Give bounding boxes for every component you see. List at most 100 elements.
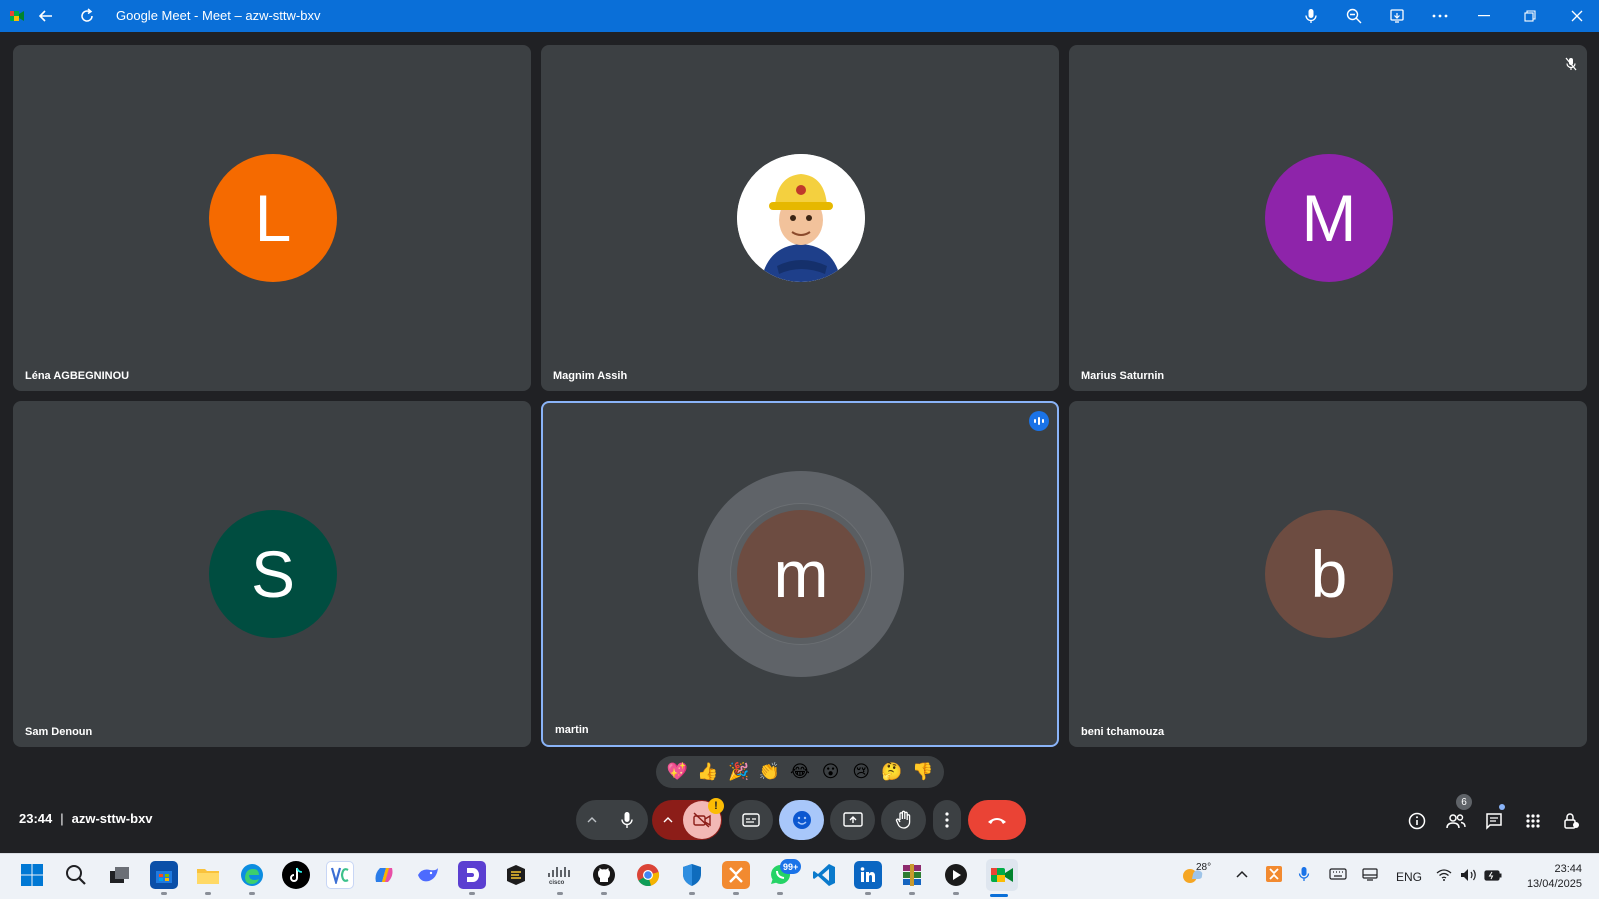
volume-icon[interactable] [1460, 868, 1478, 885]
running-indicator [689, 892, 695, 895]
search-icon[interactable] [62, 861, 90, 889]
display-icon[interactable] [1362, 868, 1378, 884]
media-player-icon[interactable] [942, 861, 970, 895]
file-explorer-icon[interactable] [194, 861, 222, 895]
more-options-button[interactable] [933, 800, 961, 840]
speaking-indicator-icon [1029, 411, 1049, 431]
windows-start-icon[interactable] [18, 861, 46, 889]
terminal-book-icon[interactable] [502, 861, 530, 889]
keyboard-icon[interactable] [1329, 868, 1347, 883]
battery-charging-icon[interactable] [1484, 869, 1502, 884]
reaction-party[interactable]: 🎉 [724, 762, 754, 782]
title-bar: Google Meet - Meet – azw-sttw-bxv [0, 0, 1599, 32]
participant-tile[interactable]: S Sam Denoun [13, 401, 531, 747]
leave-call-button[interactable] [968, 800, 1026, 840]
mic-off-icon [1565, 57, 1577, 76]
reaction-sad[interactable]: 😢 [846, 762, 876, 782]
participant-tile[interactable]: L Léna AGBEGNINOU [13, 45, 531, 391]
meet-app-icon [7, 6, 27, 26]
participant-tile-active-speaker[interactable]: m martin [541, 401, 1059, 747]
running-indicator [469, 892, 475, 895]
reaction-surprised[interactable]: 😮 [816, 762, 846, 782]
wifi-icon[interactable] [1436, 869, 1452, 884]
meeting-separator: | [60, 811, 64, 826]
microphone-indicator-icon[interactable] [1299, 4, 1323, 28]
running-indicator [865, 892, 871, 895]
cisco-icon[interactable]: cisco [546, 861, 574, 895]
reaction-thumbs-down[interactable]: 👎 [908, 762, 938, 782]
reaction-laugh[interactable]: 😂 [785, 762, 815, 782]
tiktok-icon[interactable] [282, 861, 310, 889]
task-view-icon[interactable] [106, 861, 134, 889]
chrome-icon[interactable] [634, 861, 662, 889]
minimize-icon[interactable] [1472, 4, 1496, 28]
edge-browser-icon[interactable] [238, 861, 266, 895]
restore-icon[interactable] [1518, 4, 1542, 28]
github-icon[interactable] [590, 861, 618, 895]
meeting-time: 23:44 [19, 811, 53, 826]
zoom-out-icon[interactable] [1342, 4, 1366, 28]
vc-app-icon[interactable] [326, 861, 354, 889]
reaction-clap[interactable]: 👏 [754, 762, 784, 782]
meeting-code: azw-sttw-bxv [71, 811, 153, 826]
reactions-bar: 💖 👍 🎉 👏 😂 😮 😢 🤔 👎 [656, 756, 944, 788]
people-count-badge: 6 [1456, 794, 1472, 810]
raise-hand-button[interactable] [881, 800, 926, 840]
system-clock[interactable]: 23:44 13/04/2025 [1516, 862, 1582, 892]
copilot-icon[interactable] [370, 861, 398, 889]
running-indicator [601, 892, 607, 895]
reaction-thinking[interactable]: 🤔 [877, 762, 907, 782]
xampp-icon[interactable] [722, 861, 750, 895]
xampp-tray-icon[interactable] [1266, 866, 1282, 885]
microphone-in-use-icon[interactable] [1298, 866, 1310, 885]
host-controls-lock-icon[interactable] [1559, 809, 1583, 833]
cast-icon[interactable] [1385, 4, 1409, 28]
dev-app-icon[interactable] [458, 861, 486, 895]
google-meet-taskbar-icon[interactable] [986, 859, 1018, 891]
microsoft-store-icon[interactable] [150, 861, 178, 895]
more-options-icon[interactable] [1428, 4, 1452, 28]
close-icon[interactable] [1565, 4, 1589, 28]
running-indicator [909, 892, 915, 895]
participant-tile[interactable]: Magnim Assih [541, 45, 1059, 391]
clock-time: 23:44 [1554, 863, 1582, 875]
participant-name: Magnim Assih [553, 370, 628, 382]
back-arrow-icon[interactable] [36, 6, 56, 26]
video-options-chevron-icon[interactable] [653, 800, 683, 840]
participant-tile[interactable]: b beni tchamouza [1069, 401, 1587, 747]
emoji-reactions-button[interactable] [779, 800, 824, 840]
people-icon[interactable] [1444, 809, 1468, 833]
reaction-heart[interactable]: 💖 [662, 762, 692, 782]
participant-name: Marius Saturnin [1081, 370, 1165, 382]
running-indicator [161, 892, 167, 895]
participant-avatar: L [209, 154, 337, 282]
reaction-thumbs-up[interactable]: 👍 [693, 762, 723, 782]
audio-options-chevron-icon[interactable] [577, 800, 607, 840]
running-indicator [557, 892, 563, 895]
meeting-details-icon[interactable] [1405, 809, 1429, 833]
chat-icon[interactable] [1482, 809, 1506, 833]
participant-avatar-image [737, 154, 865, 282]
participant-name: Sam Denoun [25, 726, 93, 738]
windows-security-icon[interactable] [678, 861, 706, 895]
present-screen-button[interactable] [830, 800, 875, 840]
activities-grid-icon[interactable] [1521, 809, 1545, 833]
participant-avatar: m [737, 510, 865, 638]
participant-name: martin [555, 724, 589, 736]
microphone-button[interactable] [607, 800, 647, 840]
running-indicator [205, 892, 211, 895]
linkedin-icon[interactable] [854, 861, 882, 895]
show-hidden-icons-chevron[interactable] [1236, 867, 1248, 881]
captions-button[interactable] [729, 800, 773, 840]
input-language[interactable]: ENG [1396, 870, 1422, 884]
chat-notification-dot [1499, 804, 1505, 810]
participant-tile[interactable]: M Marius Saturnin [1069, 45, 1587, 391]
meeting-info: 23:44 | azw-sttw-bxv [19, 811, 153, 826]
participant-avatar: M [1265, 154, 1393, 282]
vscode-icon[interactable] [810, 861, 838, 889]
participant-avatar: b [1265, 510, 1393, 638]
deepseek-icon[interactable] [414, 861, 442, 889]
winrar-icon[interactable] [898, 861, 926, 895]
reload-icon[interactable] [77, 6, 97, 26]
clock-date: 13/04/2025 [1526, 878, 1582, 890]
